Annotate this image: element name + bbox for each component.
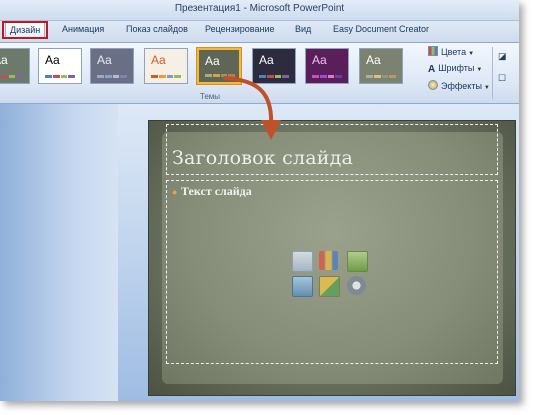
- insert-chart-icon[interactable]: [319, 251, 338, 270]
- slides-panel: [0, 104, 118, 401]
- ribbon-tabs: Дизайн Анимация Показ слайдов Рецензиров…: [0, 21, 519, 43]
- theme-thumbnail-selected[interactable]: Aa: [197, 48, 241, 84]
- theme-color-bars: [366, 75, 396, 78]
- window-title: Презентация1 - Microsoft PowerPoint: [174, 3, 345, 14]
- tab-slide-show[interactable]: Показ слайдов: [126, 24, 188, 34]
- theme-thumbnail[interactable]: Aa: [359, 48, 403, 84]
- powerpoint-window: Презентация1 - Microsoft PowerPoint Диза…: [0, 0, 519, 401]
- ribbon-group-label-themes: Темы: [199, 92, 221, 101]
- theme-label: Aa: [312, 53, 327, 67]
- theme-thumbnail[interactable]: Aa: [144, 48, 188, 84]
- theme-color-bars: [205, 74, 235, 77]
- theme-colors-button[interactable]: Цвета ▼: [428, 46, 474, 57]
- color-palette-icon: [428, 46, 438, 56]
- theme-thumbnail[interactable]: Aa: [90, 48, 134, 84]
- bullet-icon: ●: [172, 187, 178, 197]
- tab-view[interactable]: Вид: [295, 24, 311, 34]
- theme-thumbnail[interactable]: Aa: [0, 48, 30, 84]
- theme-label: Aa: [205, 54, 220, 68]
- theme-fonts-label: Шрифты: [438, 63, 475, 73]
- insert-media-clip-icon[interactable]: [347, 276, 366, 295]
- ribbon-design: Aa Aa Aa Aa Aa Aa Aa Aa: [0, 43, 519, 104]
- slide-title-placeholder[interactable]: Заголовок слайда: [166, 124, 498, 175]
- theme-label: Aa: [259, 53, 274, 67]
- theme-colors-label: Цвета: [441, 47, 467, 57]
- dropdown-arrow-icon: ▼: [476, 67, 483, 73]
- theme-color-bars: [97, 75, 127, 78]
- dropdown-arrow-icon: ▼: [468, 51, 475, 57]
- insert-clip-art-icon[interactable]: [319, 276, 340, 297]
- theme-effects-label: Эффекты: [441, 81, 482, 91]
- theme-color-bars: [151, 75, 181, 78]
- theme-color-bars: [312, 75, 342, 78]
- tab-review[interactable]: Рецензирование: [205, 24, 275, 34]
- theme-label: Aa: [151, 53, 166, 67]
- theme-effects-button[interactable]: Эффекты ▼: [428, 80, 490, 91]
- dropdown-arrow-icon: ▼: [483, 85, 490, 91]
- theme-label: Aa: [366, 53, 381, 67]
- slide-content-placeholder[interactable]: ● Текст слайда: [166, 180, 498, 364]
- theme-label: Aa: [0, 53, 8, 67]
- effects-icon: [428, 80, 438, 90]
- theme-label: Aa: [97, 53, 112, 67]
- theme-thumbnail[interactable]: Aa: [305, 48, 349, 84]
- theme-fonts-button[interactable]: A Шрифты ▼: [428, 63, 482, 75]
- tab-easy-document-creator[interactable]: Easy Document Creator: [333, 24, 429, 34]
- theme-color-bars: [0, 75, 23, 78]
- theme-color-bars: [259, 75, 289, 78]
- font-a-icon: A: [428, 64, 436, 75]
- background-styles-icon[interactable]: ◪: [498, 51, 507, 62]
- title-bar: Презентация1 - Microsoft PowerPoint: [0, 0, 519, 21]
- theme-color-bars: [45, 75, 75, 78]
- slide-title-text: Заголовок слайда: [172, 147, 354, 169]
- theme-thumbnail[interactable]: Aa: [252, 48, 296, 84]
- tab-design[interactable]: Дизайн: [5, 22, 46, 37]
- ribbon-separator: [492, 47, 493, 99]
- slide-body-text: Текст слайда: [181, 184, 252, 198]
- theme-label: Aa: [45, 53, 60, 67]
- theme-thumbnail[interactable]: Aa: [38, 48, 82, 84]
- insert-table-icon[interactable]: [292, 251, 313, 272]
- insert-picture-icon[interactable]: [292, 276, 313, 297]
- tab-animation[interactable]: Анимация: [62, 24, 104, 34]
- hide-background-checkbox-icon[interactable]: ☐: [498, 73, 506, 84]
- insert-smartart-icon[interactable]: [347, 251, 368, 272]
